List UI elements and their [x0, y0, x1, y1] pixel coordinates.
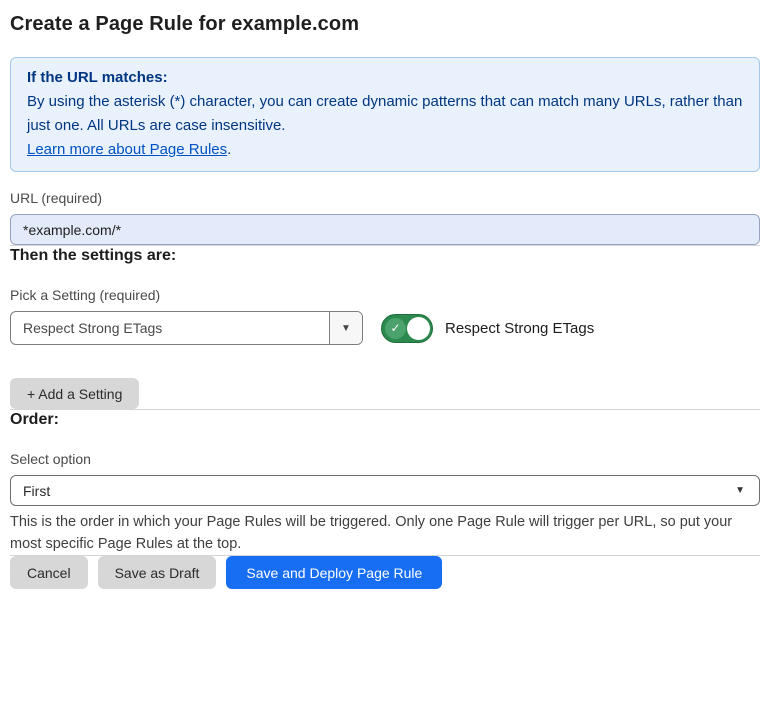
footer-actions: Cancel Save as Draft Save and Deploy Pag…: [10, 556, 760, 589]
info-box-body: By using the asterisk (*) character, you…: [27, 90, 743, 138]
settings-heading: Then the settings are:: [10, 246, 760, 265]
order-heading: Order:: [10, 410, 760, 429]
url-match-info-box: If the URL matches: By using the asteris…: [10, 57, 760, 172]
add-setting-button[interactable]: + Add a Setting: [10, 378, 139, 409]
learn-more-link[interactable]: Learn more about Page Rules: [27, 141, 227, 158]
order-select[interactable]: First ▼: [10, 475, 760, 506]
save-draft-button[interactable]: Save as Draft: [98, 556, 217, 589]
page-title: Create a Page Rule for example.com: [10, 12, 760, 36]
cancel-button[interactable]: Cancel: [10, 556, 88, 589]
toggle-label: Respect Strong ETags: [445, 320, 594, 337]
info-box-heading: If the URL matches:: [27, 66, 743, 90]
create-page-rule-panel: Create a Page Rule for example.com If th…: [0, 0, 769, 589]
pick-setting-label: Pick a Setting (required): [10, 287, 760, 304]
setting-row: Respect Strong ETags ▼ ✓ Respect Strong …: [10, 311, 760, 345]
etags-toggle[interactable]: ✓: [381, 314, 433, 343]
info-box-link-line: Learn more about Page Rules.: [27, 138, 743, 162]
select-option-label: Select option: [10, 451, 760, 468]
save-deploy-button[interactable]: Save and Deploy Page Rule: [226, 556, 442, 589]
chevron-down-icon[interactable]: ▼: [329, 312, 362, 344]
url-input[interactable]: [10, 214, 760, 245]
order-description: This is the order in which your Page Rul…: [10, 511, 755, 555]
setting-select-value: Respect Strong ETags: [11, 320, 329, 336]
chevron-down-icon: ▼: [735, 485, 745, 496]
link-suffix: .: [227, 141, 231, 158]
setting-select[interactable]: Respect Strong ETags ▼: [10, 311, 363, 345]
order-select-value: First: [23, 483, 50, 499]
toggle-knob: [407, 317, 430, 340]
url-label: URL (required): [10, 190, 760, 207]
check-icon: ✓: [385, 318, 406, 339]
